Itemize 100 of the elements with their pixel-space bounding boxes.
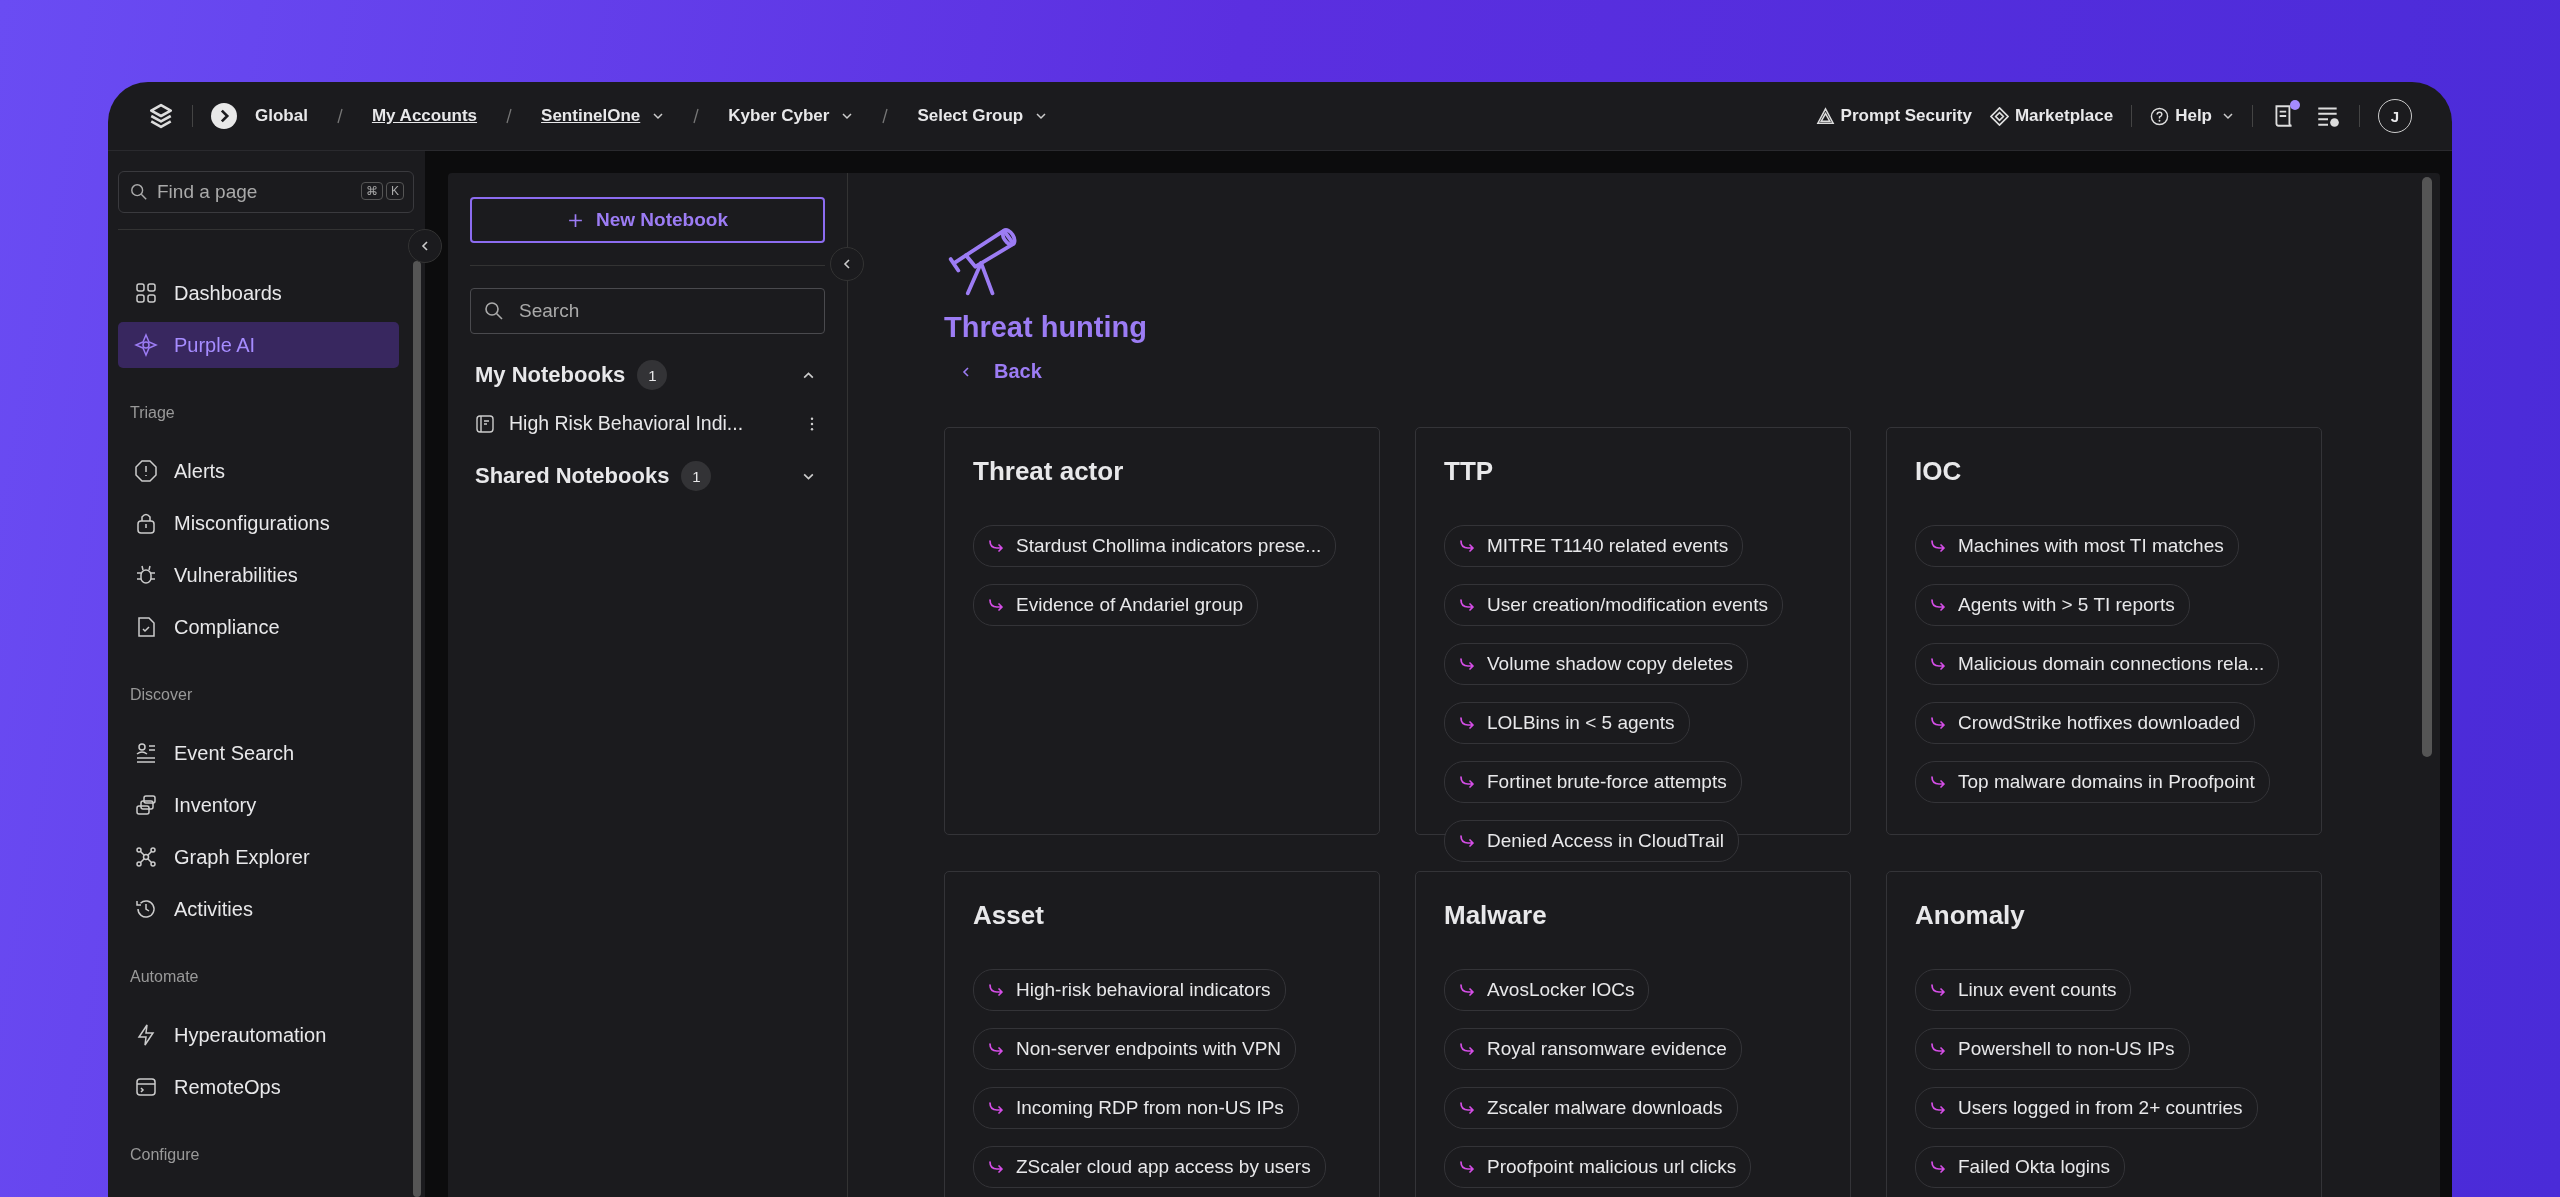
breadcrumb[interactable]: Global	[255, 106, 308, 126]
search-field[interactable]: Search	[470, 288, 825, 334]
scrollbar[interactable]	[2422, 177, 2432, 757]
nav-item[interactable]: Event Search	[118, 730, 399, 776]
collapse-button[interactable]	[408, 229, 442, 263]
stack-icon	[134, 793, 158, 817]
query-chip[interactable]: Zscaler malware downloads	[1444, 1087, 1738, 1129]
breadcrumb-separator	[335, 108, 344, 124]
arrow-icon	[1459, 774, 1475, 790]
card-title: Asset	[973, 900, 1045, 931]
nav-item[interactable]: Graph Explorer	[118, 834, 399, 880]
terminal-icon	[134, 1075, 158, 1099]
notebook-group-title[interactable]: My Notebooks	[475, 362, 626, 388]
arrow-icon	[988, 538, 1004, 554]
query-chip[interactable]: Machines with most TI matches	[1915, 525, 2239, 567]
query-chip[interactable]: Powershell to non-US IPs	[1915, 1028, 2190, 1070]
arrow-icon	[1459, 833, 1475, 849]
breadcrumb-separator	[692, 108, 701, 124]
chevron-down-icon[interactable]	[652, 110, 665, 122]
chevron-down-icon[interactable]	[1035, 110, 1048, 122]
chevron-down-icon[interactable]	[2222, 110, 2234, 122]
user-list-icon	[134, 741, 158, 765]
query-chip[interactable]: MITRE T1140 related events	[1444, 525, 1744, 567]
nav-item[interactable]: Vulnerabilities	[118, 552, 399, 598]
arrow-icon	[988, 1100, 1004, 1116]
notebook-icon	[475, 413, 495, 434]
shortcut-key: ⌘	[361, 182, 383, 200]
nav-item[interactable]: Dashboards	[118, 270, 399, 316]
count-badge: 1	[637, 360, 668, 390]
breadcrumb[interactable]: Select Group	[917, 106, 1048, 126]
query-chip[interactable]: Failed Okta logins	[1915, 1146, 2126, 1188]
arrow-icon	[1930, 715, 1946, 731]
query-chip[interactable]: Top malware domains in Proofpoint	[1915, 761, 2270, 803]
topbar-link[interactable]: Prompt Security	[1840, 106, 1972, 126]
breadcrumb[interactable]: My Accounts	[371, 106, 478, 126]
query-chip[interactable]: High-risk behavioral indicators	[973, 969, 1286, 1011]
history-icon	[134, 897, 158, 921]
notebook-group-title[interactable]: Shared Notebooks	[475, 463, 670, 489]
arrow-icon	[1459, 656, 1475, 672]
query-chip[interactable]: Users logged in from 2+ countries	[1915, 1087, 2258, 1129]
nav-item[interactable]: Inventory	[118, 782, 399, 828]
query-chip[interactable]: LOLBins in < 5 agents	[1444, 702, 1690, 744]
query-chip[interactable]: Evidence of Andariel group	[973, 584, 1259, 626]
arrow-icon	[1930, 774, 1946, 790]
arrow-icon	[1930, 597, 1946, 613]
chevron-down-icon[interactable]	[841, 110, 854, 122]
arrow-icon	[1459, 1100, 1475, 1116]
nav-item[interactable]: Purple AI	[118, 322, 399, 368]
card-title: Threat actor	[973, 456, 1125, 487]
chevron-left-icon	[419, 240, 431, 252]
chevron-circle-icon[interactable]	[211, 103, 237, 129]
query-chip[interactable]: Fortinet brute-force attempts	[1444, 761, 1742, 803]
more-options-icon[interactable]	[809, 416, 815, 431]
arrow-icon	[1459, 715, 1475, 731]
shortcut-key: K	[386, 182, 404, 200]
query-chip[interactable]: Malicious domain connections rela...	[1915, 643, 2280, 685]
breadcrumb[interactable]: Kyber Cyber	[728, 106, 854, 126]
query-chip[interactable]: CrowdStrike hotfixes downloaded	[1915, 702, 2255, 744]
query-chip[interactable]: Volume shadow copy deletes	[1444, 643, 1749, 685]
query-chip[interactable]: AvosLocker IOCs	[1444, 969, 1650, 1011]
nav-item[interactable]: Activities	[118, 886, 399, 932]
arrow-icon	[1930, 1159, 1946, 1175]
query-chip[interactable]: Royal ransomware evidence	[1444, 1028, 1742, 1070]
query-chip[interactable]: User creation/modification events	[1444, 584, 1783, 626]
new-notebook-button[interactable]: New Notebook	[470, 197, 825, 243]
page-title: Threat hunting	[944, 311, 1148, 344]
arrow-icon	[1459, 982, 1475, 998]
query-chip[interactable]: Incoming RDP from non-US IPs	[973, 1087, 1299, 1129]
query-chip[interactable]: Non-server endpoints with VPN	[973, 1028, 1297, 1070]
help-icon[interactable]	[2150, 106, 2170, 126]
nav-item[interactable]: Compliance	[118, 604, 399, 650]
query-chip[interactable]: Agents with > 5 TI reports	[1915, 584, 2190, 626]
topbar-link[interactable]: Help	[2175, 106, 2234, 126]
logo-icon[interactable]	[148, 103, 174, 129]
lock-icon	[134, 511, 158, 535]
breadcrumb-separator	[881, 108, 890, 124]
search-icon	[130, 183, 148, 201]
arrow-icon	[988, 982, 1004, 998]
query-chip[interactable]: Proofpoint malicious url clicks	[1444, 1146, 1752, 1188]
query-chip[interactable]: Linux event counts	[1915, 969, 2132, 1011]
diamond-icon[interactable]	[1989, 106, 2009, 126]
bug-icon	[134, 563, 158, 587]
triangle-icon[interactable]	[1815, 106, 1835, 126]
card-title: Anomaly	[1915, 900, 2026, 931]
alert-octagon-icon	[134, 459, 158, 483]
arrow-icon	[988, 1041, 1004, 1057]
nav-item[interactable]: Misconfigurations	[118, 500, 399, 546]
nav-item[interactable]: Alerts	[118, 448, 399, 494]
breadcrumb[interactable]: SentinelOne	[541, 106, 665, 126]
query-chip[interactable]: Stardust Chollima indicators prese...	[973, 525, 1337, 567]
notebook-link[interactable]: High Risk Behavioral Indi...	[509, 412, 795, 435]
section-title: Triage	[129, 404, 176, 423]
back-link[interactable]: Back	[960, 360, 1042, 383]
nav-item[interactable]: RemoteOps	[118, 1064, 399, 1110]
query-chip[interactable]: Denied Access in CloudTrail	[1444, 820, 1739, 862]
query-chip[interactable]: ZScaler cloud app access by users	[973, 1146, 1326, 1188]
graph-icon	[134, 845, 158, 869]
scrollbar[interactable]	[413, 261, 421, 1197]
topbar-link[interactable]: Marketplace	[2014, 106, 2114, 126]
nav-item[interactable]: Hyperautomation	[118, 1012, 399, 1058]
